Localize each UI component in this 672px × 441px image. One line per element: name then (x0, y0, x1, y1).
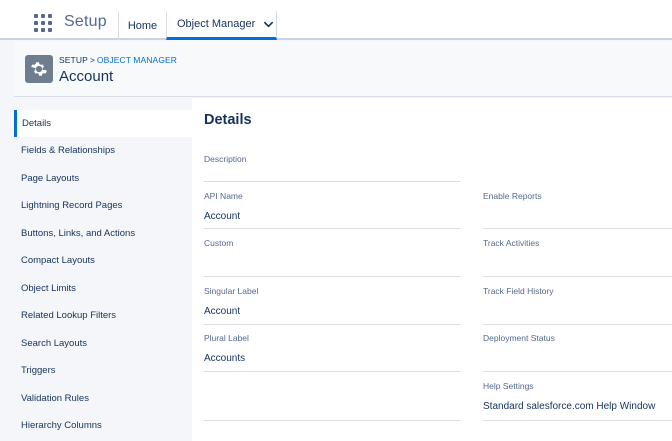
field-label: Singular Label (204, 286, 259, 296)
sidebar-item-compact-layouts[interactable]: Compact Layouts (14, 247, 192, 274)
tab-home-label: Home (127, 19, 158, 32)
field-track-field-history: Track Field History (483, 286, 672, 325)
field-track-activities: Track Activities (483, 238, 672, 277)
sidebar-item-label: Page Layouts (21, 173, 80, 184)
field-label: Track Field History (483, 286, 554, 296)
field-value: Standard salesforce.com Help Window (483, 401, 656, 412)
sidebar-item-hierarchy-columns[interactable]: Hierarchy Columns (14, 412, 192, 439)
sidebar-item-search-layouts[interactable]: Search Layouts (14, 330, 192, 357)
field-plural-label: Plural Label Accounts (204, 333, 460, 372)
sidebar-item-label: Validation Rules (21, 393, 89, 404)
sidebar-item-related-lookup-filters[interactable]: Related Lookup Filters (14, 302, 192, 329)
sidebar-item-buttons-links-actions[interactable]: Buttons, Links, and Actions (14, 220, 192, 247)
chevron-down-icon[interactable] (263, 19, 274, 30)
field-label: Plural Label (204, 333, 249, 343)
sidebar-item-label: Details (22, 118, 52, 129)
field-value: Account (204, 211, 241, 222)
sidebar: Details Fields & Relationships Page Layo… (14, 110, 192, 441)
sidebar-item-label: Search Layouts (21, 338, 88, 349)
field-label: Custom (204, 238, 234, 248)
sidebar-item-label: Buttons, Links, and Actions (21, 228, 136, 239)
breadcrumb-separator: > (89, 55, 95, 65)
sidebar-item-label: Compact Layouts (21, 255, 95, 266)
sidebar-item-validation-rules[interactable]: Validation Rules (14, 385, 192, 412)
sidebar-item-lightning-record-pages[interactable]: Lightning Record Pages (14, 192, 192, 219)
field-value: Accounts (204, 353, 246, 364)
sidebar-item-fields-relationships[interactable]: Fields & Relationships (14, 137, 192, 164)
sidebar-item-label: Object Limits (21, 283, 76, 294)
breadcrumb: SETUP > OBJECT MANAGER (59, 55, 177, 65)
sidebar-item-label: Triggers (21, 365, 56, 376)
sidebar-item-label: Fields & Relationships (21, 145, 115, 156)
breadcrumb-setup[interactable]: SETUP (59, 55, 88, 65)
field-deployment-status: Deployment Status (483, 333, 672, 372)
sidebar-item-object-limits[interactable]: Object Limits (14, 275, 192, 302)
sidebar-item-label: Hierarchy Columns (21, 420, 102, 431)
page-header: SETUP > OBJECT MANAGER Account (14, 41, 672, 97)
field-label: Description (204, 154, 247, 164)
field-singular-label: Singular Label Account (204, 286, 460, 325)
field-api-name: API Name Account (204, 191, 460, 229)
page-title: Account (59, 68, 114, 85)
details-panel: Details Description API Name Account Cus… (192, 98, 672, 441)
field-enable-reports: Enable Reports (483, 191, 672, 229)
tab-home[interactable]: Home (118, 11, 166, 40)
sidebar-item-triggers[interactable]: Triggers (14, 357, 192, 384)
field-label: Deployment Status (483, 333, 555, 343)
field-custom: Custom (204, 238, 460, 277)
tab-object-manager-label: Object Manager (177, 18, 256, 30)
field-description: Description (204, 154, 460, 182)
field-help-settings: Help Settings Standard salesforce.com He… (483, 381, 672, 421)
tab-object-manager[interactable]: Object Manager (166, 11, 277, 40)
app-launcher-icon[interactable] (34, 14, 54, 32)
field-label: Track Activities (483, 238, 540, 248)
gear-icon (25, 55, 53, 83)
field-empty (204, 381, 460, 421)
section-title: Details (204, 112, 252, 128)
breadcrumb-object-manager[interactable]: OBJECT MANAGER (97, 55, 177, 65)
field-label: Enable Reports (483, 191, 542, 201)
field-label: Help Settings (483, 381, 534, 391)
app-name: Setup (64, 13, 107, 30)
sidebar-item-label: Related Lookup Filters (21, 310, 117, 321)
sidebar-item-label: Lightning Record Pages (21, 200, 123, 211)
sidebar-item-page-layouts[interactable]: Page Layouts (14, 165, 192, 192)
sidebar-item-details[interactable]: Details (14, 110, 192, 137)
field-value: Account (204, 306, 241, 317)
top-navigation: Setup Home Object Manager (0, 0, 672, 40)
field-label: API Name (204, 191, 243, 201)
